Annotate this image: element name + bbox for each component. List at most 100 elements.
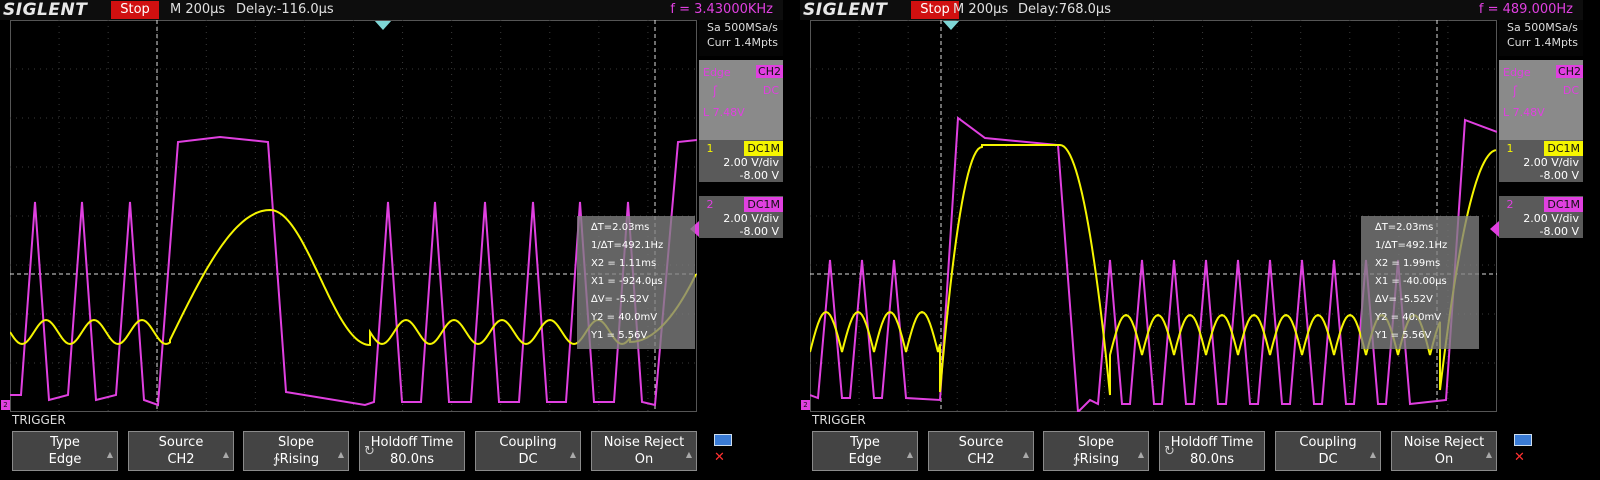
channel-1-offset: -8.00 V: [1539, 169, 1579, 182]
softkey-noise-reject[interactable]: Noise Reject On ▲: [1391, 431, 1497, 471]
channel-2-info[interactable]: 2 DC1M 2.00 V/div -8.00 V: [699, 196, 783, 238]
softkey-holdoff[interactable]: ↻ Holdoff Time 80.0ns: [359, 431, 465, 471]
channel-2-info[interactable]: 2 DC1M 2.00 V/div -8.00 V: [1499, 196, 1583, 238]
softkey-value: 80.0ns: [1190, 452, 1234, 467]
menu-title: TRIGGER: [12, 413, 66, 427]
frequency-counter: f = 489.000Hz: [1478, 2, 1573, 17]
softkey-label: Type: [850, 435, 880, 450]
softkey-value: On: [634, 452, 654, 467]
chevron-down-icon: ▲: [1137, 450, 1144, 459]
softkey-type[interactable]: Type Edge ▲: [812, 431, 918, 471]
cursor-y1: Y1 = 5.56V: [591, 330, 648, 341]
delta-v: ∆V= -5.52V: [591, 294, 649, 305]
delay-label: Delay:768.0μs: [1018, 2, 1111, 17]
chevron-down-icon: ▲: [569, 450, 576, 459]
delta-t: ∆T=2.03ms: [1375, 222, 1434, 233]
softkey-value: 80.0ns: [390, 452, 434, 467]
softkey-label: Slope: [277, 435, 315, 450]
softkey-value: ∱Rising: [1072, 452, 1120, 467]
cursor-x2: X2 = 1.99ms: [1375, 258, 1441, 269]
usb-icon: ✕: [714, 450, 725, 465]
delay-label: Delay:-116.0μs: [236, 2, 334, 17]
channel-1-coupling: DC1M: [1544, 141, 1583, 156]
chevron-down-icon: ▲: [222, 450, 229, 459]
frequency-counter: f = 3.43000KHz: [670, 2, 773, 17]
brand-logo: SIGLENT: [3, 0, 88, 20]
softkey-value: CH2: [967, 452, 995, 467]
softkey-label: Coupling: [1299, 435, 1357, 450]
cursor-y2: Y2 = 40.0mV: [1375, 312, 1442, 323]
ground-marker-icon: 2: [801, 400, 810, 410]
softkey-label: Source: [158, 435, 204, 450]
lan-icon: [1514, 434, 1532, 446]
softkey-label: Holdoff Time: [370, 435, 454, 450]
cursor-x2: X2 = 1.11ms: [591, 258, 657, 269]
chevron-down-icon: ▲: [1022, 450, 1029, 459]
softkey-label: Noise Reject: [603, 435, 685, 450]
trigger-source: CH2: [756, 65, 783, 78]
inverse-delta-t: 1/∆T=492.1Hz: [591, 240, 664, 251]
channel-2-coupling: DC1M: [1544, 197, 1583, 212]
trigger-level: L 7.48V: [703, 106, 745, 119]
softkey-slope[interactable]: Slope ∱Rising ▲: [243, 431, 349, 471]
softkey-holdoff[interactable]: ↻ Holdoff Time 80.0ns: [1159, 431, 1265, 471]
cursor-y1: Y1 = 5.56V: [1375, 330, 1432, 341]
softkey-label: Type: [50, 435, 80, 450]
chevron-down-icon: ▲: [337, 450, 344, 459]
softkey-value: DC: [518, 452, 538, 467]
run-status-badge[interactable]: Stop: [111, 1, 159, 19]
run-status-badge[interactable]: Stop: [911, 1, 959, 19]
chevron-down-icon: ▲: [685, 450, 692, 459]
softkey-value: CH2: [167, 452, 195, 467]
chevron-down-icon: ▲: [106, 450, 113, 459]
channel-1-info[interactable]: 1 DC1M 2.00 V/div -8.00 V: [699, 140, 783, 182]
right-info-panel: Sa 500MSa/s Curr 1.4Mpts Edge CH2 ʃ DC L…: [699, 20, 783, 412]
acquisition-info: Sa 500MSa/s Curr 1.4Mpts: [1499, 20, 1583, 56]
scope-screen-right: SIGLENT Stop M 200μs Delay:768.0μs f = 4…: [800, 0, 1583, 480]
sample-rate: Sa 500MSa/s: [1507, 21, 1578, 34]
status-bar: SIGLENT Stop M 200μs Delay:768.0μs f = 4…: [800, 0, 1583, 20]
trigger-type: Edge: [1503, 66, 1531, 79]
chevron-down-icon: ▲: [906, 450, 913, 459]
channel-1-info[interactable]: 1 DC1M 2.00 V/div -8.00 V: [1499, 140, 1583, 182]
trigger-info[interactable]: Edge CH2 ʃ DC L 7.48V: [699, 60, 783, 146]
chevron-down-icon: ▲: [1485, 450, 1492, 459]
ground-marker-icon: 2: [1, 400, 10, 410]
inverse-delta-t: 1/∆T=492.1Hz: [1375, 240, 1448, 251]
softkey-value: Edge: [48, 452, 82, 467]
cursor-x1: X1 = -924.0μs: [591, 276, 663, 287]
channel-1-number: 1: [1506, 142, 1514, 155]
channel-1-vdiv: 2.00 V/div: [1523, 156, 1579, 169]
softkey-noise-reject[interactable]: Noise Reject On ▲: [591, 431, 697, 471]
cursor-measurements: ∆T=2.03ms 1/∆T=492.1Hz X2 = 1.99ms X1 = …: [1361, 216, 1479, 349]
trigger-coupling: DC: [762, 84, 779, 97]
timebase-label: M 200μs: [953, 2, 1009, 17]
delta-v: ∆V= -5.52V: [1375, 294, 1433, 305]
acquisition-info: Sa 500MSa/s Curr 1.4Mpts: [699, 20, 783, 56]
softkey-value: DC: [1318, 452, 1338, 467]
trigger-info[interactable]: Edge CH2 ʃ DC L 7.48V: [1499, 60, 1583, 146]
memory-depth: Curr 1.4Mpts: [707, 36, 779, 49]
cursor-measurements: ∆T=2.03ms 1/∆T=492.1Hz X2 = 1.11ms X1 = …: [577, 216, 695, 349]
softkey-value: ∱Rising: [272, 452, 320, 467]
chevron-down-icon: ▲: [1369, 450, 1376, 459]
right-info-panel: Sa 500MSa/s Curr 1.4Mpts Edge CH2 ʃ DC L…: [1499, 20, 1583, 412]
slope-rising-icon: ʃ: [713, 84, 718, 98]
lan-icon: [714, 434, 732, 446]
softkey-coupling[interactable]: Coupling DC ▲: [475, 431, 581, 471]
channel-1-number: 1: [706, 142, 714, 155]
channel-2-vdiv: 2.00 V/div: [723, 212, 779, 225]
softkey-slope[interactable]: Slope ∱Rising ▲: [1043, 431, 1149, 471]
trigger-coupling: DC: [1562, 84, 1579, 97]
softkey-source[interactable]: Source CH2 ▲: [128, 431, 234, 471]
channel-2-offset: -8.00 V: [1539, 225, 1579, 238]
softkey-coupling[interactable]: Coupling DC ▲: [1275, 431, 1381, 471]
softkey-label: Coupling: [499, 435, 557, 450]
delta-t: ∆T=2.03ms: [591, 222, 650, 233]
cursor-x1: X1 = -40.00μs: [1375, 276, 1447, 287]
softkey-source[interactable]: Source CH2 ▲: [928, 431, 1034, 471]
softkey-value: On: [1434, 452, 1454, 467]
softkey-label: Source: [958, 435, 1004, 450]
softkey-type[interactable]: Type Edge ▲: [12, 431, 118, 471]
status-bar: SIGLENT Stop M 200μs Delay:-116.0μs f = …: [0, 0, 783, 20]
